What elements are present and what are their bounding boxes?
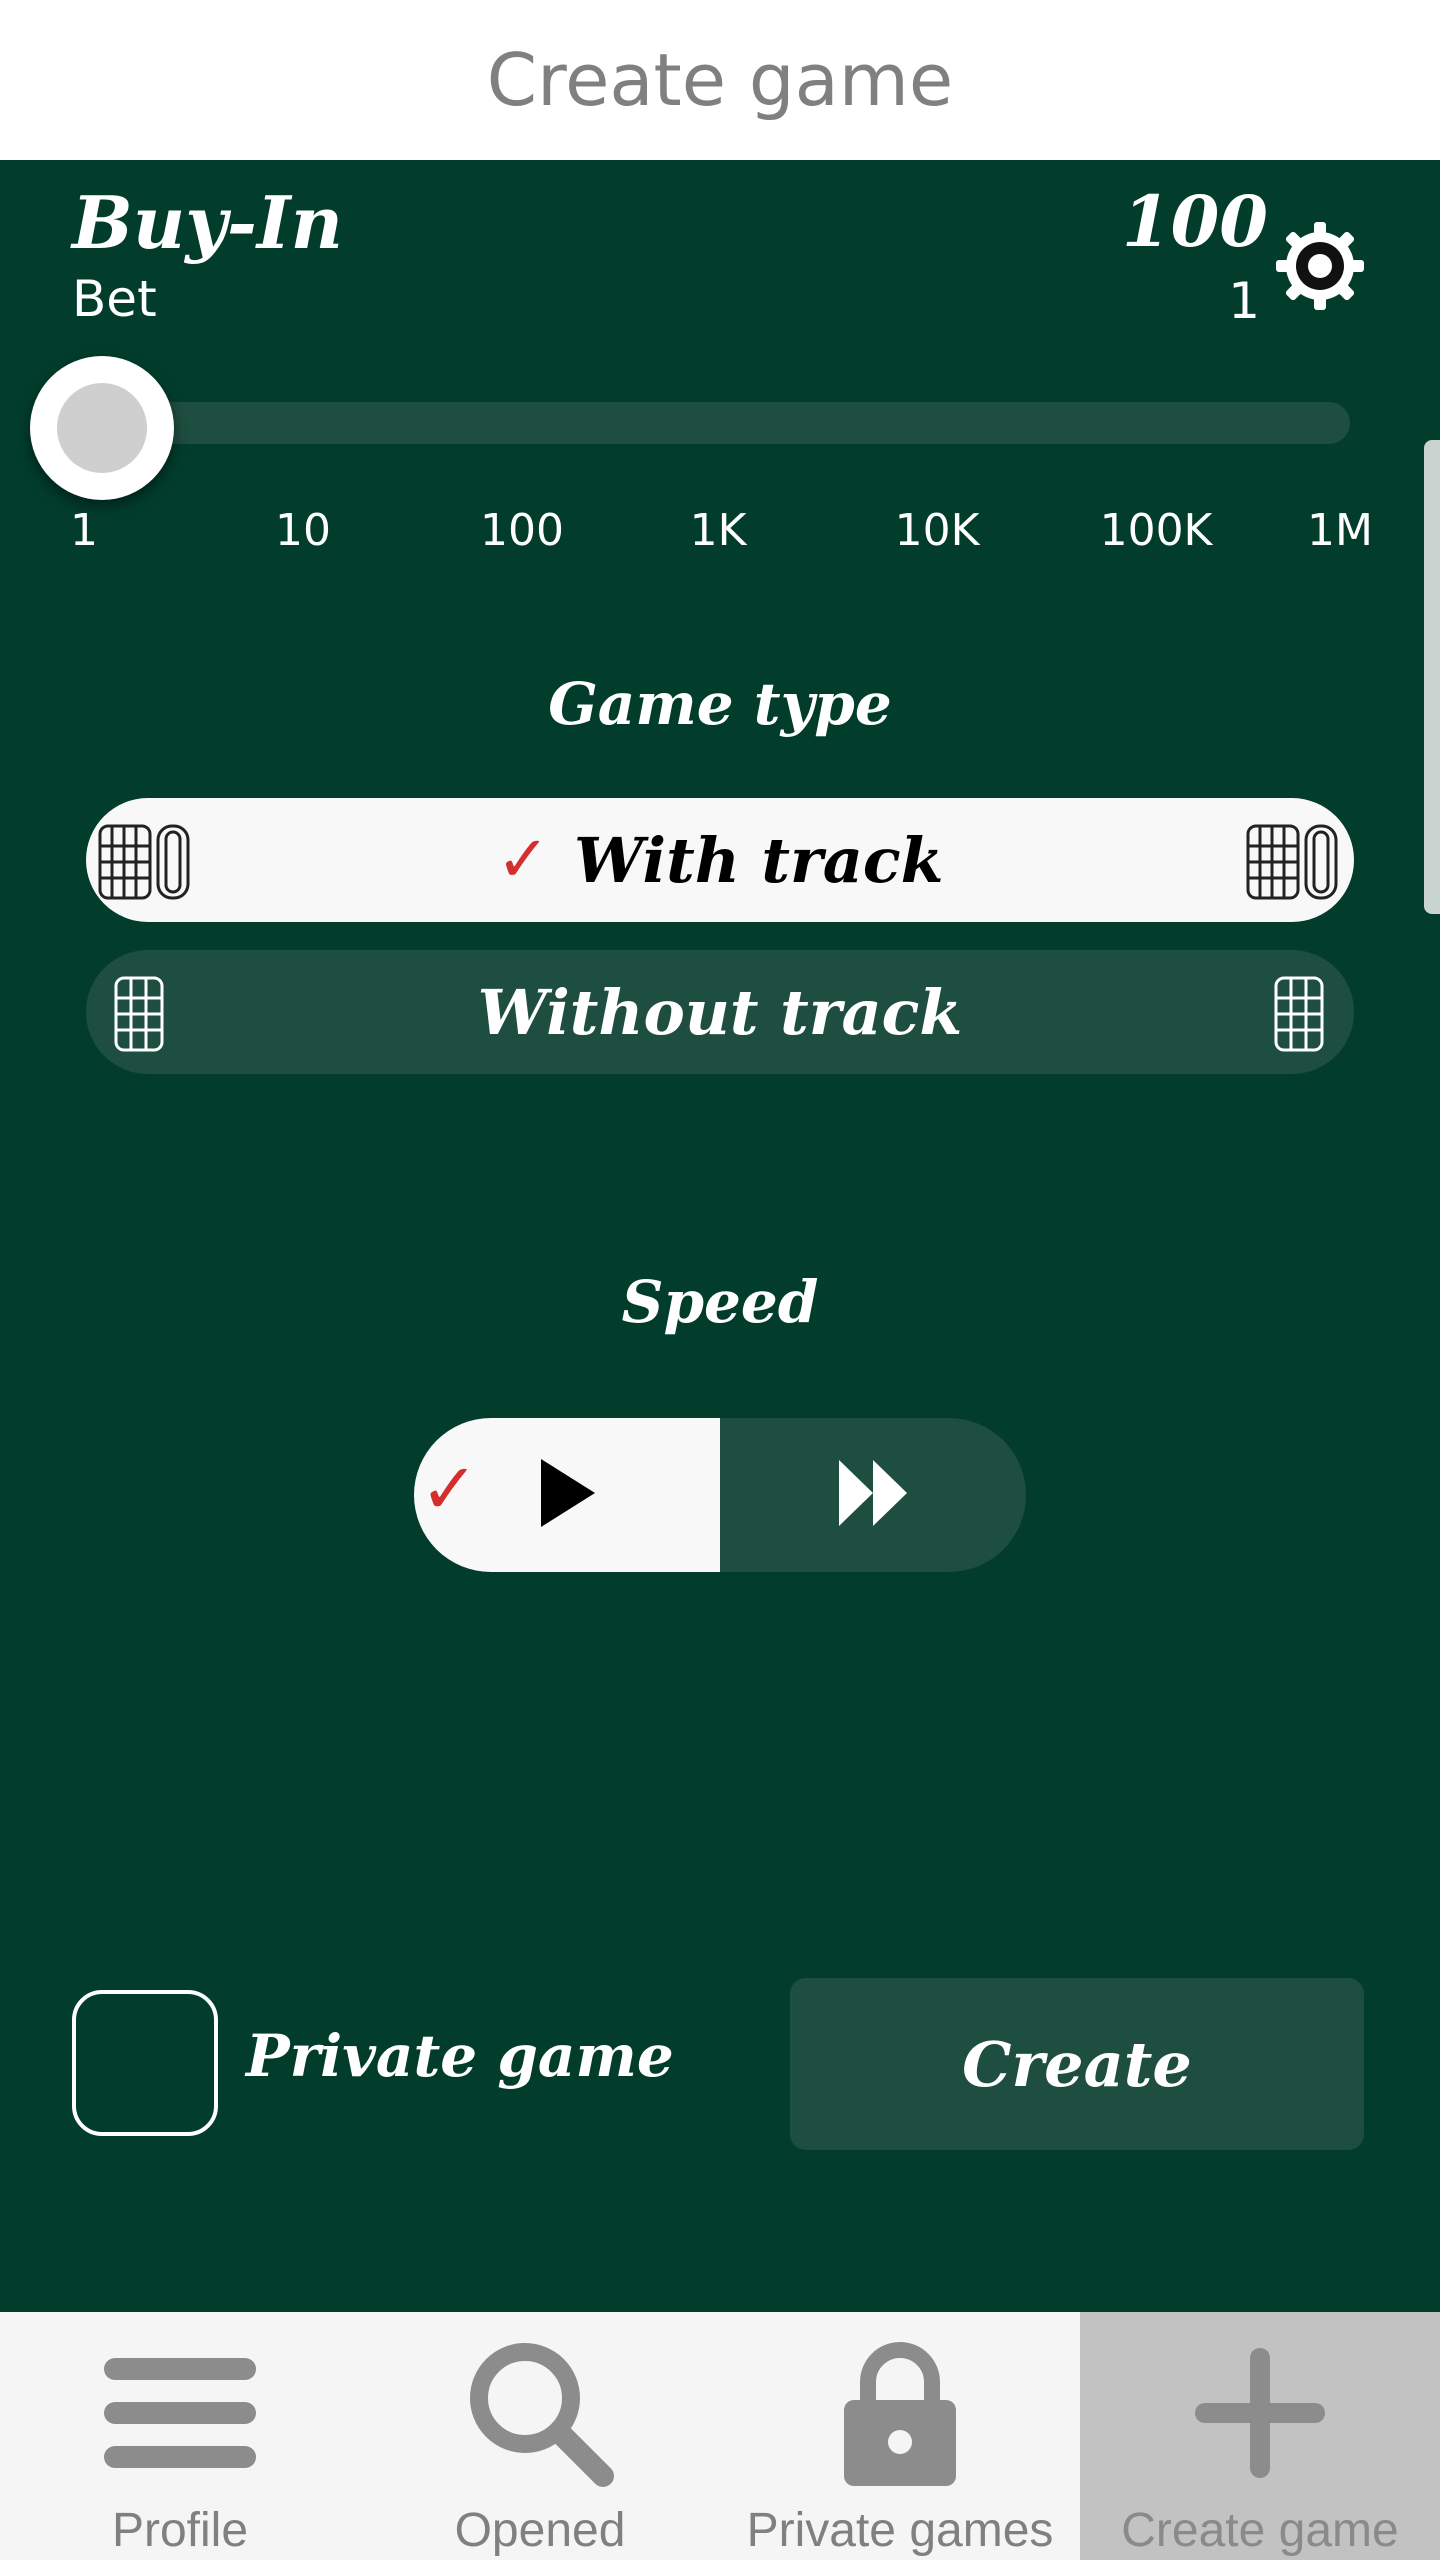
tab-label: Create game: [1121, 2504, 1399, 2557]
game-type-label: Without track: [477, 975, 963, 1049]
game-type-with-track-button[interactable]: ✓ With track: [86, 798, 1354, 922]
tab-private-games[interactable]: Private games: [720, 2312, 1080, 2560]
speed-normal-button[interactable]: ✓: [414, 1418, 720, 1572]
board-icon: [1272, 968, 1328, 1060]
menu-icon: [90, 2338, 270, 2488]
bet-value: 1: [1228, 272, 1260, 330]
buyin-slider-thumb[interactable]: [30, 356, 174, 500]
search-icon: [450, 2338, 630, 2488]
private-game-label: Private game: [246, 2022, 674, 2090]
private-game-checkbox[interactable]: [72, 1990, 218, 2136]
page-title: Create game: [486, 38, 954, 122]
speed-selector: ✓: [414, 1418, 1026, 1572]
scrollbar[interactable]: [1424, 440, 1440, 914]
buyin-value: 100: [1121, 180, 1268, 263]
play-icon: [537, 1457, 597, 1533]
tick-label: 1: [70, 505, 98, 556]
buyin-slider-track[interactable]: [110, 402, 1350, 444]
selected-check-icon: ✓: [496, 823, 551, 897]
tab-opened[interactable]: Opened: [360, 2312, 720, 2560]
plus-icon: [1170, 2338, 1350, 2488]
tab-profile[interactable]: Profile: [0, 2312, 360, 2560]
tick-label: 1K: [689, 505, 747, 556]
settings-gear-icon[interactable]: [1272, 218, 1368, 314]
tick-label: 10K: [894, 505, 980, 556]
tick-label: 100K: [1099, 505, 1213, 556]
fast-forward-icon: [837, 1458, 909, 1532]
tab-label: Private games: [746, 2504, 1054, 2557]
backgammon-board-icon: [1244, 816, 1344, 908]
lock-icon: [810, 2338, 990, 2488]
speed-fast-button[interactable]: [720, 1418, 1026, 1572]
game-type-label: With track: [574, 823, 944, 897]
tick-label: 10: [275, 505, 331, 556]
top-bar: Create game: [0, 0, 1440, 160]
tick-label: 100: [480, 505, 564, 556]
bet-label: Bet: [72, 270, 157, 328]
game-type-title: Game type: [548, 670, 892, 738]
create-button[interactable]: Create: [790, 1978, 1364, 2150]
backgammon-board-icon: [96, 816, 196, 908]
create-game-panel: Buy-In Bet 100 1 1 10 100 1K 10K 100K 1M…: [0, 160, 1440, 2312]
tab-label: Opened: [454, 2504, 626, 2557]
tick-label: 1M: [1307, 505, 1373, 556]
buyin-label: Buy-In: [72, 180, 343, 265]
game-type-without-track-button[interactable]: Without track: [86, 950, 1354, 1074]
board-icon: [112, 968, 168, 1060]
selected-check-icon: ✓: [420, 1448, 479, 1530]
tab-create-game[interactable]: Create game: [1080, 2312, 1440, 2560]
bottom-tab-bar: Profile Opened Private games Create game: [0, 2312, 1440, 2560]
speed-title: Speed: [621, 1268, 819, 1336]
tab-label: Profile: [111, 2504, 249, 2557]
